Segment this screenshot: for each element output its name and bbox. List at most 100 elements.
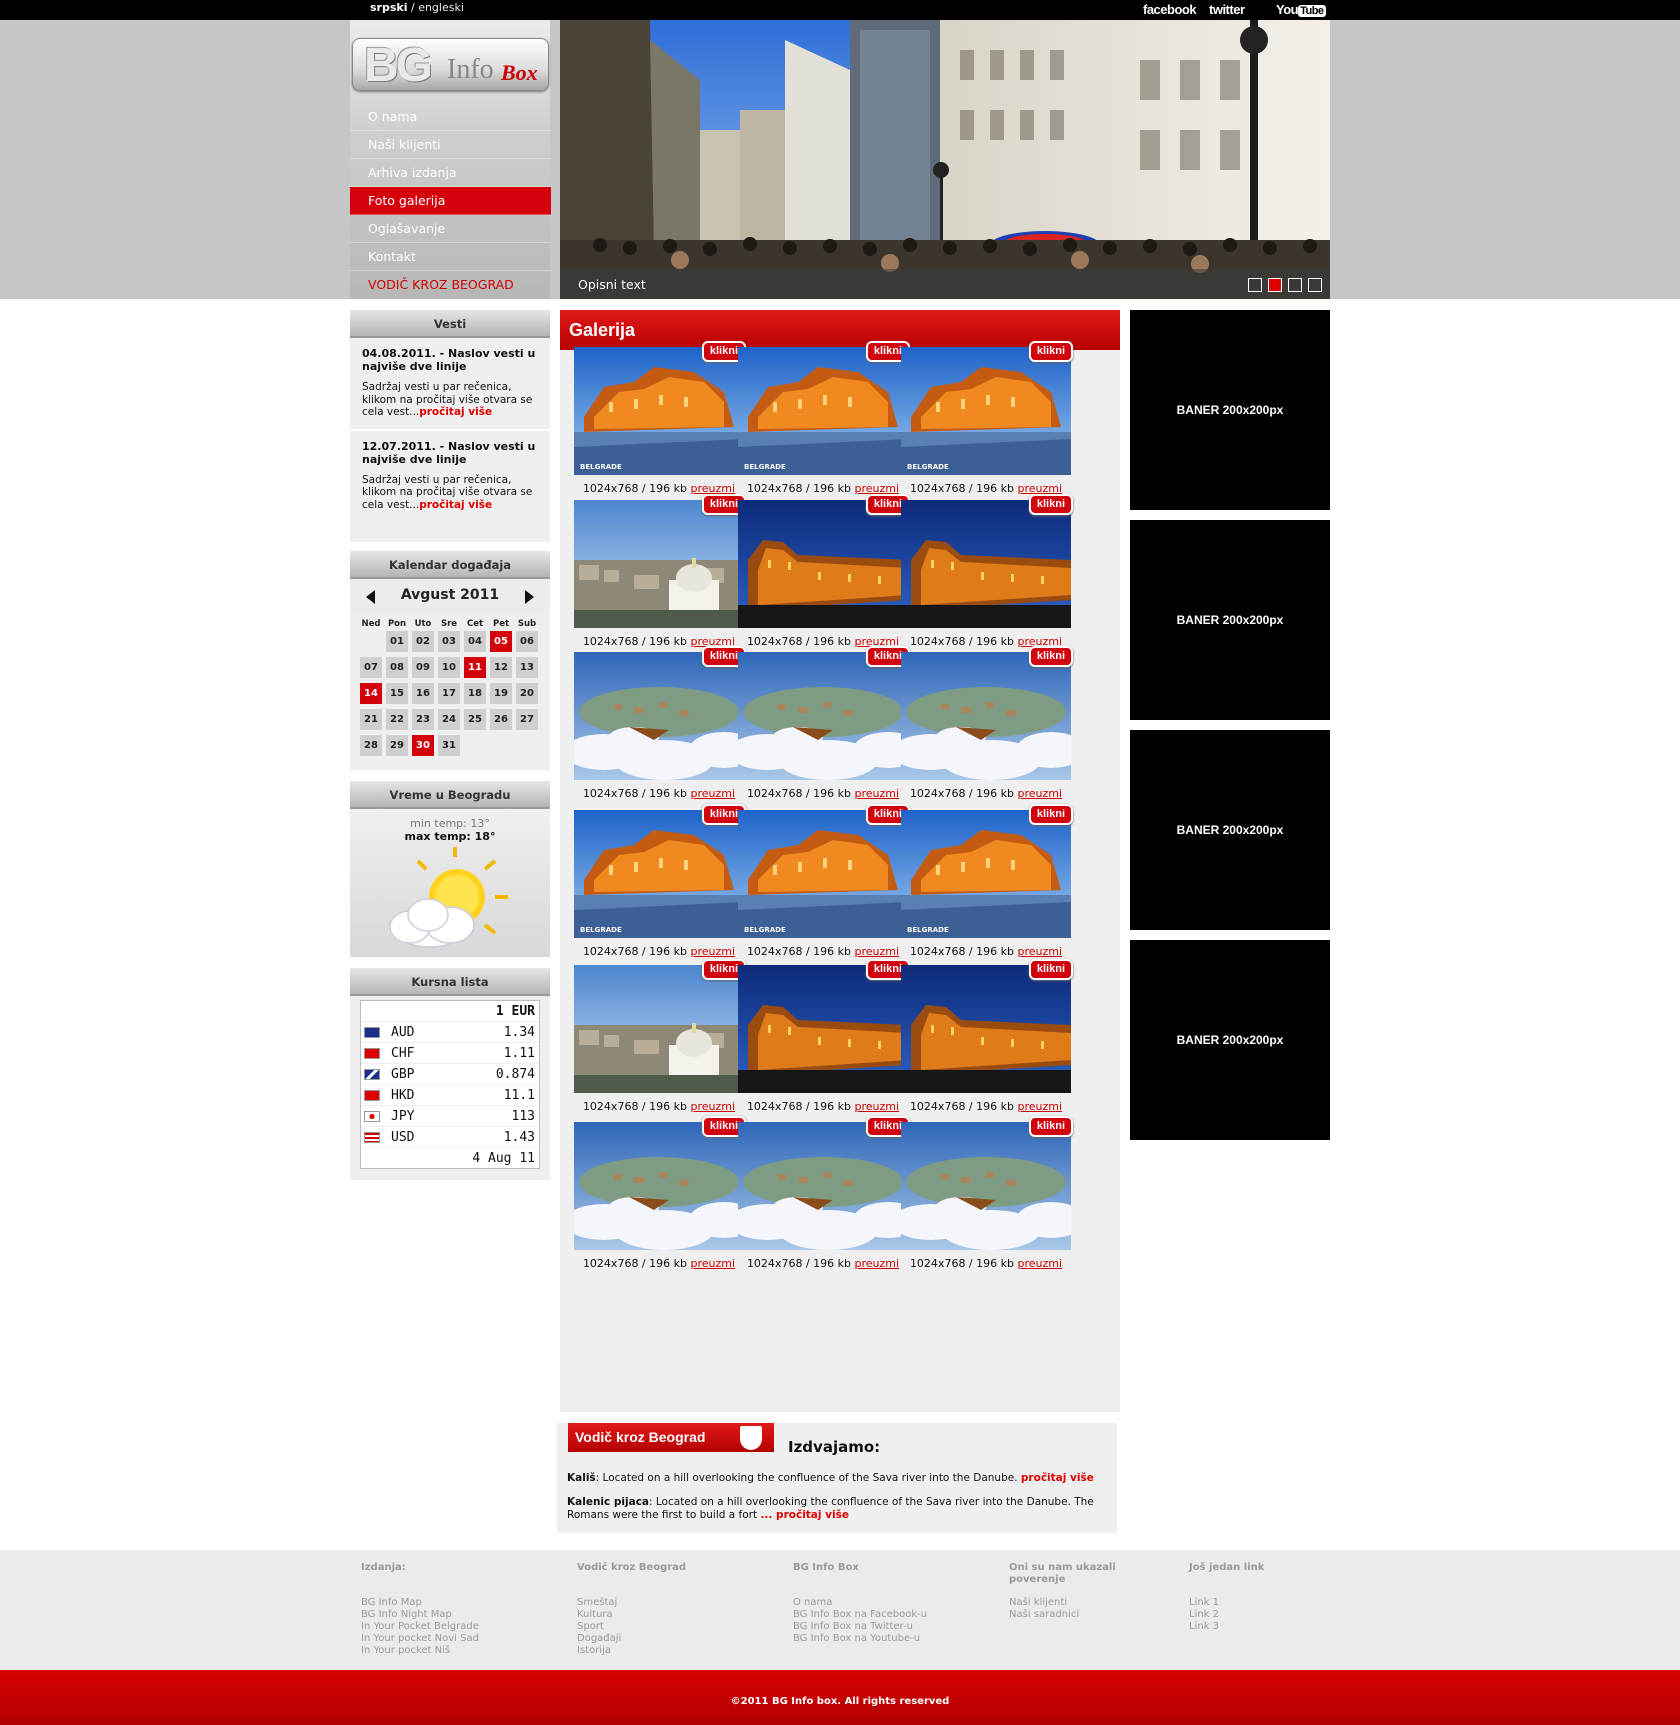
menu-item-oglasavanje[interactable]: Oglašavanje: [350, 215, 551, 243]
calendar-day[interactable]: 29: [386, 735, 408, 756]
klikni-badge[interactable]: klikni: [1028, 646, 1073, 667]
calendar-day[interactable]: 13: [516, 657, 538, 678]
gallery-thumbnail[interactable]: BELGRADE: [901, 347, 1071, 475]
calendar-day[interactable]: 25: [464, 709, 486, 730]
ad-banner-2[interactable]: BANER 200x200px: [1130, 520, 1330, 720]
calendar-day[interactable]: 15: [386, 683, 408, 704]
gallery-thumbnail[interactable]: [574, 500, 744, 628]
calendar-day[interactable]: 06: [516, 631, 538, 652]
gallery-thumbnail[interactable]: BELGRADE: [738, 810, 908, 938]
read-more-link[interactable]: pročitaj više: [1021, 1472, 1094, 1484]
guide-title-bar[interactable]: Vodič kroz Beograd: [568, 1423, 774, 1452]
gallery-thumbnail[interactable]: [738, 965, 908, 1093]
calendar-day[interactable]: 21: [360, 709, 382, 730]
footer-link[interactable]: In Your Pocket Belgrade: [361, 1621, 481, 1633]
read-more-link[interactable]: ... pročitaj više: [760, 1509, 849, 1521]
download-link[interactable]: preuzmi: [854, 1100, 899, 1113]
footer-link[interactable]: BG Info Box na Facebook-u: [793, 1609, 927, 1621]
gallery-thumbnail[interactable]: [901, 500, 1071, 628]
footer-link[interactable]: Smeštaj: [577, 1597, 697, 1609]
calendar-day[interactable]: 03: [438, 631, 460, 652]
slide-dot-1[interactable]: [1248, 278, 1262, 292]
footer-link[interactable]: Događaji: [577, 1633, 697, 1645]
calendar-day[interactable]: 27: [516, 709, 538, 730]
gallery-thumbnail[interactable]: [738, 652, 908, 780]
footer-link[interactable]: BG Info Night Map: [361, 1609, 481, 1621]
ad-banner-4[interactable]: BANER 200x200px: [1130, 940, 1330, 1140]
twitter-link[interactable]: twitter: [1209, 2, 1245, 17]
download-link[interactable]: preuzmi: [854, 1257, 899, 1270]
calendar-event-day[interactable]: 30: [412, 735, 434, 756]
download-link[interactable]: preuzmi: [1017, 945, 1062, 958]
footer-link[interactable]: In Your pocket Novi Sad: [361, 1633, 481, 1645]
calendar-day[interactable]: 31: [438, 735, 460, 756]
calendar-day[interactable]: 09: [412, 657, 434, 678]
calendar-day[interactable]: 12: [490, 657, 512, 678]
site-logo[interactable]: BG Info Box: [352, 38, 549, 91]
download-link[interactable]: preuzmi: [1017, 1100, 1062, 1113]
gallery-thumbnail[interactable]: [574, 1122, 744, 1250]
slide-dot-4[interactable]: [1308, 278, 1322, 292]
menu-item-arhiva-izdanja[interactable]: Arhiva izdanja: [350, 159, 551, 187]
gallery-thumbnail[interactable]: [901, 965, 1071, 1093]
gallery-thumbnail[interactable]: [574, 652, 744, 780]
read-more-link[interactable]: pročitaj više: [419, 499, 492, 511]
footer-link[interactable]: BG Info Map: [361, 1597, 481, 1609]
calendar-day[interactable]: 16: [412, 683, 434, 704]
calendar-day[interactable]: 01: [386, 631, 408, 652]
calendar-day[interactable]: 07: [360, 657, 382, 678]
footer-link[interactable]: Naši klijenti: [1009, 1597, 1129, 1609]
footer-link[interactable]: BG Info Box na Twitter-u: [793, 1621, 927, 1633]
download-link[interactable]: preuzmi: [1017, 1257, 1062, 1270]
klikni-badge[interactable]: klikni: [1028, 804, 1073, 825]
menu-item-foto-galerija[interactable]: Foto galerija: [350, 187, 551, 215]
footer-link[interactable]: Istorija: [577, 1645, 697, 1657]
download-link[interactable]: preuzmi: [690, 1257, 735, 1270]
gallery-thumbnail[interactable]: BELGRADE: [574, 347, 744, 475]
gallery-thumbnail[interactable]: BELGRADE: [574, 810, 744, 938]
next-month-arrow-icon[interactable]: [525, 590, 534, 604]
menu-item-kontakt[interactable]: Kontakt: [350, 243, 551, 271]
calendar-event-day[interactable]: 05: [490, 631, 512, 652]
footer-link[interactable]: Link 1: [1189, 1597, 1309, 1609]
news-heading[interactable]: 04.08.2011. - Naslov vesti u najviše dve…: [362, 347, 538, 373]
klikni-badge[interactable]: klikni: [1028, 959, 1073, 980]
calendar-day[interactable]: 08: [386, 657, 408, 678]
calendar-day[interactable]: 19: [490, 683, 512, 704]
menu-item-nasi-klijenti[interactable]: Naši klijenti: [350, 131, 551, 159]
menu-item-vodic-kroz-beograd[interactable]: VODIČ KROZ BEOGRAD: [350, 271, 551, 299]
download-link[interactable]: preuzmi: [854, 945, 899, 958]
download-link[interactable]: preuzmi: [690, 945, 735, 958]
download-link[interactable]: preuzmi: [854, 787, 899, 800]
footer-link[interactable]: O nama: [793, 1597, 927, 1609]
download-link[interactable]: preuzmi: [690, 1100, 735, 1113]
footer-link[interactable]: In Your pocket Niš: [361, 1645, 481, 1657]
footer-link[interactable]: BG Info Box na Youtube-u: [793, 1633, 927, 1645]
slide-dot-2[interactable]: [1268, 278, 1282, 292]
ad-banner-1[interactable]: BANER 200x200px: [1130, 310, 1330, 510]
footer-link[interactable]: Sport: [577, 1621, 697, 1633]
footer-link[interactable]: Naši saradnici: [1009, 1609, 1129, 1621]
calendar-day[interactable]: 02: [412, 631, 434, 652]
calendar-day[interactable]: 10: [438, 657, 460, 678]
klikni-badge[interactable]: klikni: [1028, 1116, 1073, 1137]
calendar-day[interactable]: 22: [386, 709, 408, 730]
lang-engleski-link[interactable]: engleski: [418, 1, 464, 14]
download-link[interactable]: preuzmi: [690, 787, 735, 800]
gallery-thumbnail[interactable]: BELGRADE: [738, 347, 908, 475]
calendar-day[interactable]: 28: [360, 735, 382, 756]
footer-link[interactable]: Kultura: [577, 1609, 697, 1621]
gallery-thumbnail[interactable]: [901, 652, 1071, 780]
gallery-thumbnail[interactable]: [738, 500, 908, 628]
ad-banner-3[interactable]: BANER 200x200px: [1130, 730, 1330, 930]
calendar-day[interactable]: 17: [438, 683, 460, 704]
calendar-day[interactable]: 20: [516, 683, 538, 704]
gallery-thumbnail[interactable]: [574, 965, 744, 1093]
lang-srpski-link[interactable]: srpski: [370, 1, 407, 14]
download-link[interactable]: preuzmi: [1017, 787, 1062, 800]
calendar-day[interactable]: 26: [490, 709, 512, 730]
gallery-thumbnail[interactable]: [901, 1122, 1071, 1250]
klikni-badge[interactable]: klikni: [1028, 341, 1073, 362]
hero-slideshow[interactable]: Opisni text: [560, 20, 1330, 299]
calendar-day[interactable]: 18: [464, 683, 486, 704]
